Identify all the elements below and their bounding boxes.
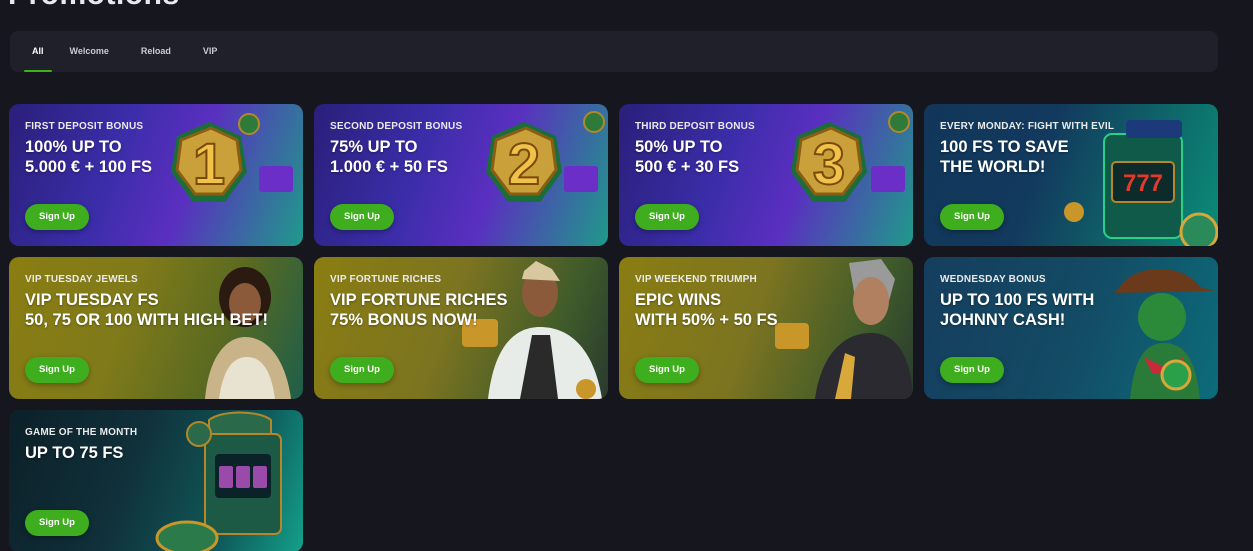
promo-label: THIRD DEPOSIT BONUS: [635, 121, 755, 132]
promo-card-monday[interactable]: 777 EVERY MONDAY: FIGHT WITH EVIL 100 FS…: [924, 104, 1218, 246]
promo-card-first-deposit[interactable]: 1 FIRST DEPOSIT BONUS 100% UP TO 5.000 €…: [9, 104, 303, 246]
sign-up-button[interactable]: Sign Up: [25, 357, 89, 383]
sign-up-button[interactable]: Sign Up: [25, 204, 89, 230]
promotion-tabs: All Welcome Reload VIP: [10, 31, 1218, 72]
promo-card-third-deposit[interactable]: 3 THIRD DEPOSIT BONUS 50% UP TO 500 € + …: [619, 104, 913, 246]
tab-welcome[interactable]: Welcome: [62, 31, 117, 72]
sign-up-button[interactable]: Sign Up: [940, 204, 1004, 230]
tab-vip[interactable]: VIP: [195, 31, 226, 72]
tab-reload[interactable]: Reload: [133, 31, 179, 72]
promo-headline: VIP FORTUNE RICHES 75% BONUS NOW!: [330, 291, 508, 329]
promo-label: SECOND DEPOSIT BONUS: [330, 121, 463, 132]
promo-label: VIP FORTUNE RICHES: [330, 274, 442, 285]
svg-text:3: 3: [813, 132, 845, 197]
page-title: Promotions: [8, 0, 180, 12]
promo-headline: 100 FS TO SAVE THE WORLD!: [940, 138, 1069, 176]
promotions-grid: 1 FIRST DEPOSIT BONUS 100% UP TO 5.000 €…: [9, 104, 1219, 551]
promo-card-second-deposit[interactable]: 2 SECOND DEPOSIT BONUS 75% UP TO 1.000 €…: [314, 104, 608, 246]
promo-label: EVERY MONDAY: FIGHT WITH EVIL: [940, 121, 1115, 132]
promo-headline: UP TO 75 FS: [25, 444, 124, 462]
sign-up-button[interactable]: Sign Up: [635, 357, 699, 383]
promo-label: WEDNESDAY BONUS: [940, 274, 1046, 285]
promo-headline: UP TO 100 FS WITH JOHNNY CASH!: [940, 291, 1095, 329]
promo-label: GAME OF THE MONTH: [25, 427, 138, 438]
promo-card-vip-tuesday[interactable]: VIP TUESDAY JEWELS VIP TUESDAY FS 50, 75…: [9, 257, 303, 399]
sign-up-button[interactable]: Sign Up: [330, 357, 394, 383]
sign-up-button[interactable]: Sign Up: [940, 357, 1004, 383]
svg-text:2: 2: [508, 132, 540, 197]
promo-headline: EPIC WINS WITH 50% + 50 FS: [635, 291, 778, 329]
promo-headline: VIP TUESDAY FS 50, 75 OR 100 WITH HIGH B…: [25, 291, 268, 329]
promo-headline: 100% UP TO 5.000 € + 100 FS: [25, 138, 153, 176]
promo-card-vip-fortune[interactable]: VIP FORTUNE RICHES VIP FORTUNE RICHES 75…: [314, 257, 608, 399]
promo-headline: 50% UP TO 500 € + 30 FS: [635, 138, 740, 176]
promo-card-wednesday[interactable]: WEDNESDAY BONUS UP TO 100 FS WITH JOHNNY…: [924, 257, 1218, 399]
promo-label: VIP TUESDAY JEWELS: [25, 274, 138, 285]
tab-all[interactable]: All: [24, 31, 52, 72]
svg-text:1: 1: [193, 132, 225, 197]
promo-card-game-of-month[interactable]: GAME OF THE MONTH UP TO 75 FS Sign Up: [9, 410, 303, 551]
sign-up-button[interactable]: Sign Up: [330, 204, 394, 230]
promo-card-vip-weekend[interactable]: VIP WEEKEND TRIUMPH EPIC WINS WITH 50% +…: [619, 257, 913, 399]
svg-text:777: 777: [1123, 170, 1163, 197]
sign-up-button[interactable]: Sign Up: [635, 204, 699, 230]
promo-headline: 75% UP TO 1.000 € + 50 FS: [330, 138, 448, 176]
promo-label: FIRST DEPOSIT BONUS: [25, 121, 144, 132]
promo-label: VIP WEEKEND TRIUMPH: [635, 274, 757, 285]
sign-up-button[interactable]: Sign Up: [25, 510, 89, 536]
